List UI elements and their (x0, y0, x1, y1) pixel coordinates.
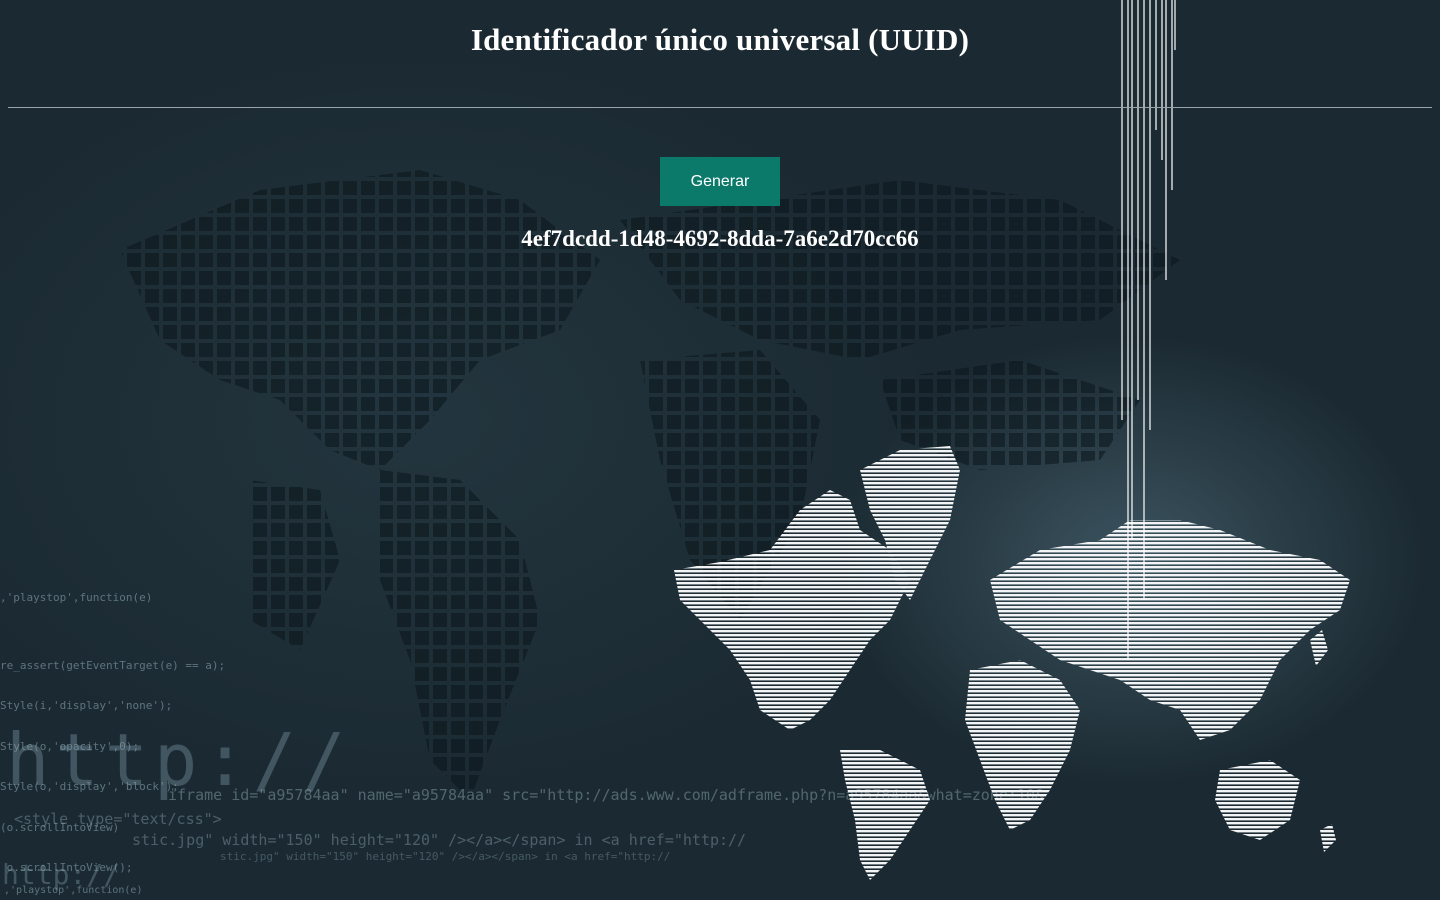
header-divider (8, 107, 1432, 108)
background-img-code-small: stic.jpg" width="150" height="120" /></a… (220, 850, 671, 863)
world-map-illustration (674, 446, 1350, 880)
code-line: Style(i,'display','none'); (0, 699, 173, 712)
code-line: ,'playstop',function(e) (0, 591, 153, 604)
background-style-code: <style type="text/css"> (14, 810, 222, 828)
background-playstop-small: ,'playstop',function(e) (4, 885, 143, 896)
page-header: Identificador único universal (UUID) (0, 0, 1440, 108)
page-title: Identificador único universal (UUID) (470, 22, 970, 57)
background-img-code: stic.jpg" width="150" height="120" /></a… (132, 831, 747, 849)
code-line: re_assert(getEventTarget(e) == a); (0, 658, 226, 672)
generate-button[interactable]: Generar (660, 157, 780, 206)
uuid-output: 4ef7dcdd-1d48-4692-8dda-7a6e2d70cc66 (521, 226, 919, 251)
page-background: ,'playstop',function(e) re_assert(getEve… (0, 0, 1440, 900)
